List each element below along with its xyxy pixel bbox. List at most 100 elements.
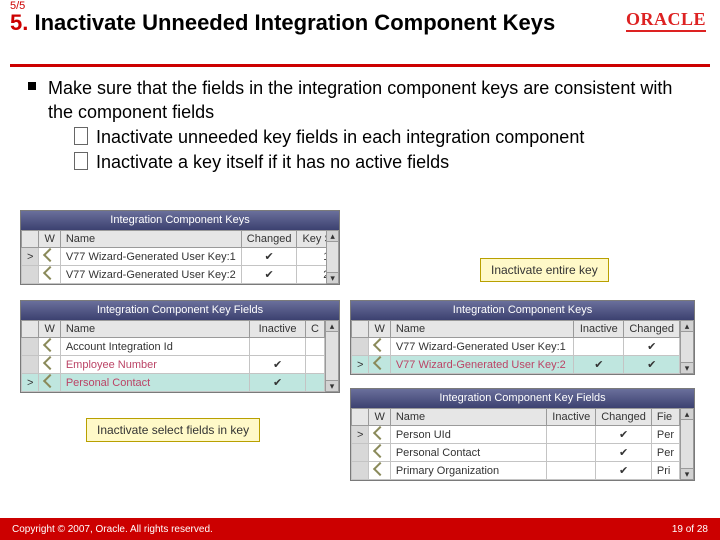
table-row[interactable]: > Person UId ✔ Per (352, 426, 680, 444)
scroll-track[interactable] (680, 420, 694, 468)
page-total: 28 (697, 524, 708, 535)
row-cursor-icon (352, 444, 369, 462)
row-cursor-icon (22, 266, 39, 284)
panel-integration-keys-1: Integration Component Keys W Name Change… (20, 210, 340, 285)
col-w: W (369, 409, 390, 426)
table-row[interactable]: Account Integration Id (22, 338, 325, 356)
table-row[interactable]: > V77 Wizard-Generated User Key:2 ✔ ✔ (352, 356, 680, 374)
col-name: Name (60, 321, 249, 338)
cell-c (306, 338, 325, 356)
page-join: of (683, 524, 697, 535)
cell-field: Per (651, 444, 679, 462)
row-cursor-icon (22, 356, 39, 374)
table-row[interactable]: V77 Wizard-Generated User Key:1 ✔ (352, 338, 680, 356)
bullet-level2: Inactivate a key itself if it has no act… (74, 150, 700, 175)
bullet-level2: Inactivate unneeded key fields in each i… (74, 125, 700, 150)
scroll-track[interactable] (680, 332, 694, 362)
cell-c (306, 356, 325, 374)
cell-field: Pri (651, 462, 679, 480)
pencil-icon (43, 374, 57, 388)
panel-title: Integration Component Key Fields (21, 301, 339, 320)
col-changed: Changed (596, 409, 652, 426)
col-cursor (22, 231, 39, 248)
grid-integration-keys-2: W Name Inactive Changed V77 Wizard-Gener… (351, 320, 680, 374)
row-cursor-icon: > (22, 248, 39, 266)
vertical-scrollbar[interactable]: ▴ ▾ (680, 320, 694, 374)
table-header-row: W Name Inactive C (22, 321, 325, 338)
cell-key-seq: 1 (297, 248, 326, 266)
table-row[interactable]: Employee Number ✔ (22, 356, 325, 374)
table-row[interactable]: Primary Organization ✔ Pri (352, 462, 680, 480)
slide-header: 5/5 5. Inactivate Unneeded Integration C… (10, 0, 710, 35)
scroll-up-icon[interactable]: ▴ (325, 320, 339, 332)
pencil-icon (373, 444, 387, 458)
scroll-down-icon[interactable]: ▾ (325, 380, 339, 392)
cell-w (369, 426, 390, 444)
table-row[interactable]: > V77 Wizard-Generated User Key:1 ✔ 1 (22, 248, 327, 266)
table-header-row: W Name Changed Key Sequ (22, 231, 327, 248)
vertical-scrollbar[interactable]: ▴ ▾ (326, 230, 339, 284)
scroll-down-icon[interactable]: ▾ (326, 272, 339, 284)
panel-integration-keys-2: Integration Component Keys W Name Inacti… (350, 300, 695, 375)
col-name: Name (390, 409, 546, 426)
pencil-icon (373, 426, 387, 440)
col-inactive: Inactive (547, 409, 596, 426)
panel-title: Integration Component Keys (351, 301, 694, 320)
grid-key-fields-1: W Name Inactive C Account Integration Id… (21, 320, 325, 392)
col-inactive: Inactive (250, 321, 306, 338)
grid-key-fields-2: W Name Inactive Changed Fie > Person UId… (351, 408, 680, 480)
cell-changed: ✔ (596, 426, 652, 444)
cell-changed: ✔ (596, 462, 652, 480)
cell-w (39, 266, 60, 284)
callout-inactivate-entire-key: Inactivate entire key (480, 258, 609, 282)
table-row[interactable]: V77 Wizard-Generated User Key:2 ✔ 2 (22, 266, 327, 284)
vertical-scrollbar[interactable]: ▴ ▾ (325, 320, 339, 392)
col-w: W (39, 321, 60, 338)
pencil-icon (373, 338, 387, 352)
panel-key-fields-1: Integration Component Key Fields W Name … (20, 300, 340, 393)
scroll-up-icon[interactable]: ▴ (680, 320, 694, 332)
col-cursor (22, 321, 39, 338)
row-cursor-icon: > (352, 426, 369, 444)
cell-name: Employee Number (60, 356, 249, 374)
scroll-up-icon[interactable]: ▴ (680, 408, 694, 420)
col-cursor (352, 321, 369, 338)
title-number: 5. (10, 10, 28, 35)
page-number: 19 of 28 (672, 524, 708, 535)
pencil-icon (43, 248, 57, 262)
table-header-row: W Name Inactive Changed Fie (352, 409, 680, 426)
table-row[interactable]: > Personal Contact ✔ (22, 374, 325, 392)
cell-name: Personal Contact (390, 444, 546, 462)
cell-changed: ✔ (241, 248, 297, 266)
slide-title: 5. Inactivate Unneeded Integration Compo… (10, 10, 710, 35)
table-row[interactable]: Personal Contact ✔ Per (352, 444, 680, 462)
col-c: C (306, 321, 325, 338)
scroll-track[interactable] (326, 242, 339, 272)
scroll-down-icon[interactable]: ▾ (680, 468, 694, 480)
col-changed: Changed (241, 231, 297, 248)
cell-inactive: ✔ (574, 356, 624, 374)
cell-name: Primary Organization (390, 462, 546, 480)
col-cursor (352, 409, 369, 426)
cell-changed: ✔ (596, 444, 652, 462)
scroll-track[interactable] (325, 332, 339, 380)
cell-name: Personal Contact (60, 374, 249, 392)
panel-key-fields-2: Integration Component Key Fields W Name … (350, 388, 695, 481)
cell-name: V77 Wizard-Generated User Key:2 (60, 266, 241, 284)
scroll-up-icon[interactable]: ▴ (326, 230, 339, 242)
cell-inactive (574, 338, 624, 356)
table-header-row: W Name Inactive Changed (352, 321, 680, 338)
vertical-scrollbar[interactable]: ▴ ▾ (680, 408, 694, 480)
cell-name: Account Integration Id (60, 338, 249, 356)
oracle-logo-underline (626, 30, 706, 32)
page-current: 19 (672, 524, 683, 535)
row-cursor-icon (22, 338, 39, 356)
cell-w (369, 356, 390, 374)
panel-title: Integration Component Keys (21, 211, 339, 230)
scroll-down-icon[interactable]: ▾ (680, 362, 694, 374)
col-inactive: Inactive (574, 321, 624, 338)
cell-field: Per (651, 426, 679, 444)
col-name: Name (390, 321, 574, 338)
callout-inactivate-select-fields: Inactivate select fields in key (86, 418, 260, 442)
pencil-icon (43, 338, 57, 352)
